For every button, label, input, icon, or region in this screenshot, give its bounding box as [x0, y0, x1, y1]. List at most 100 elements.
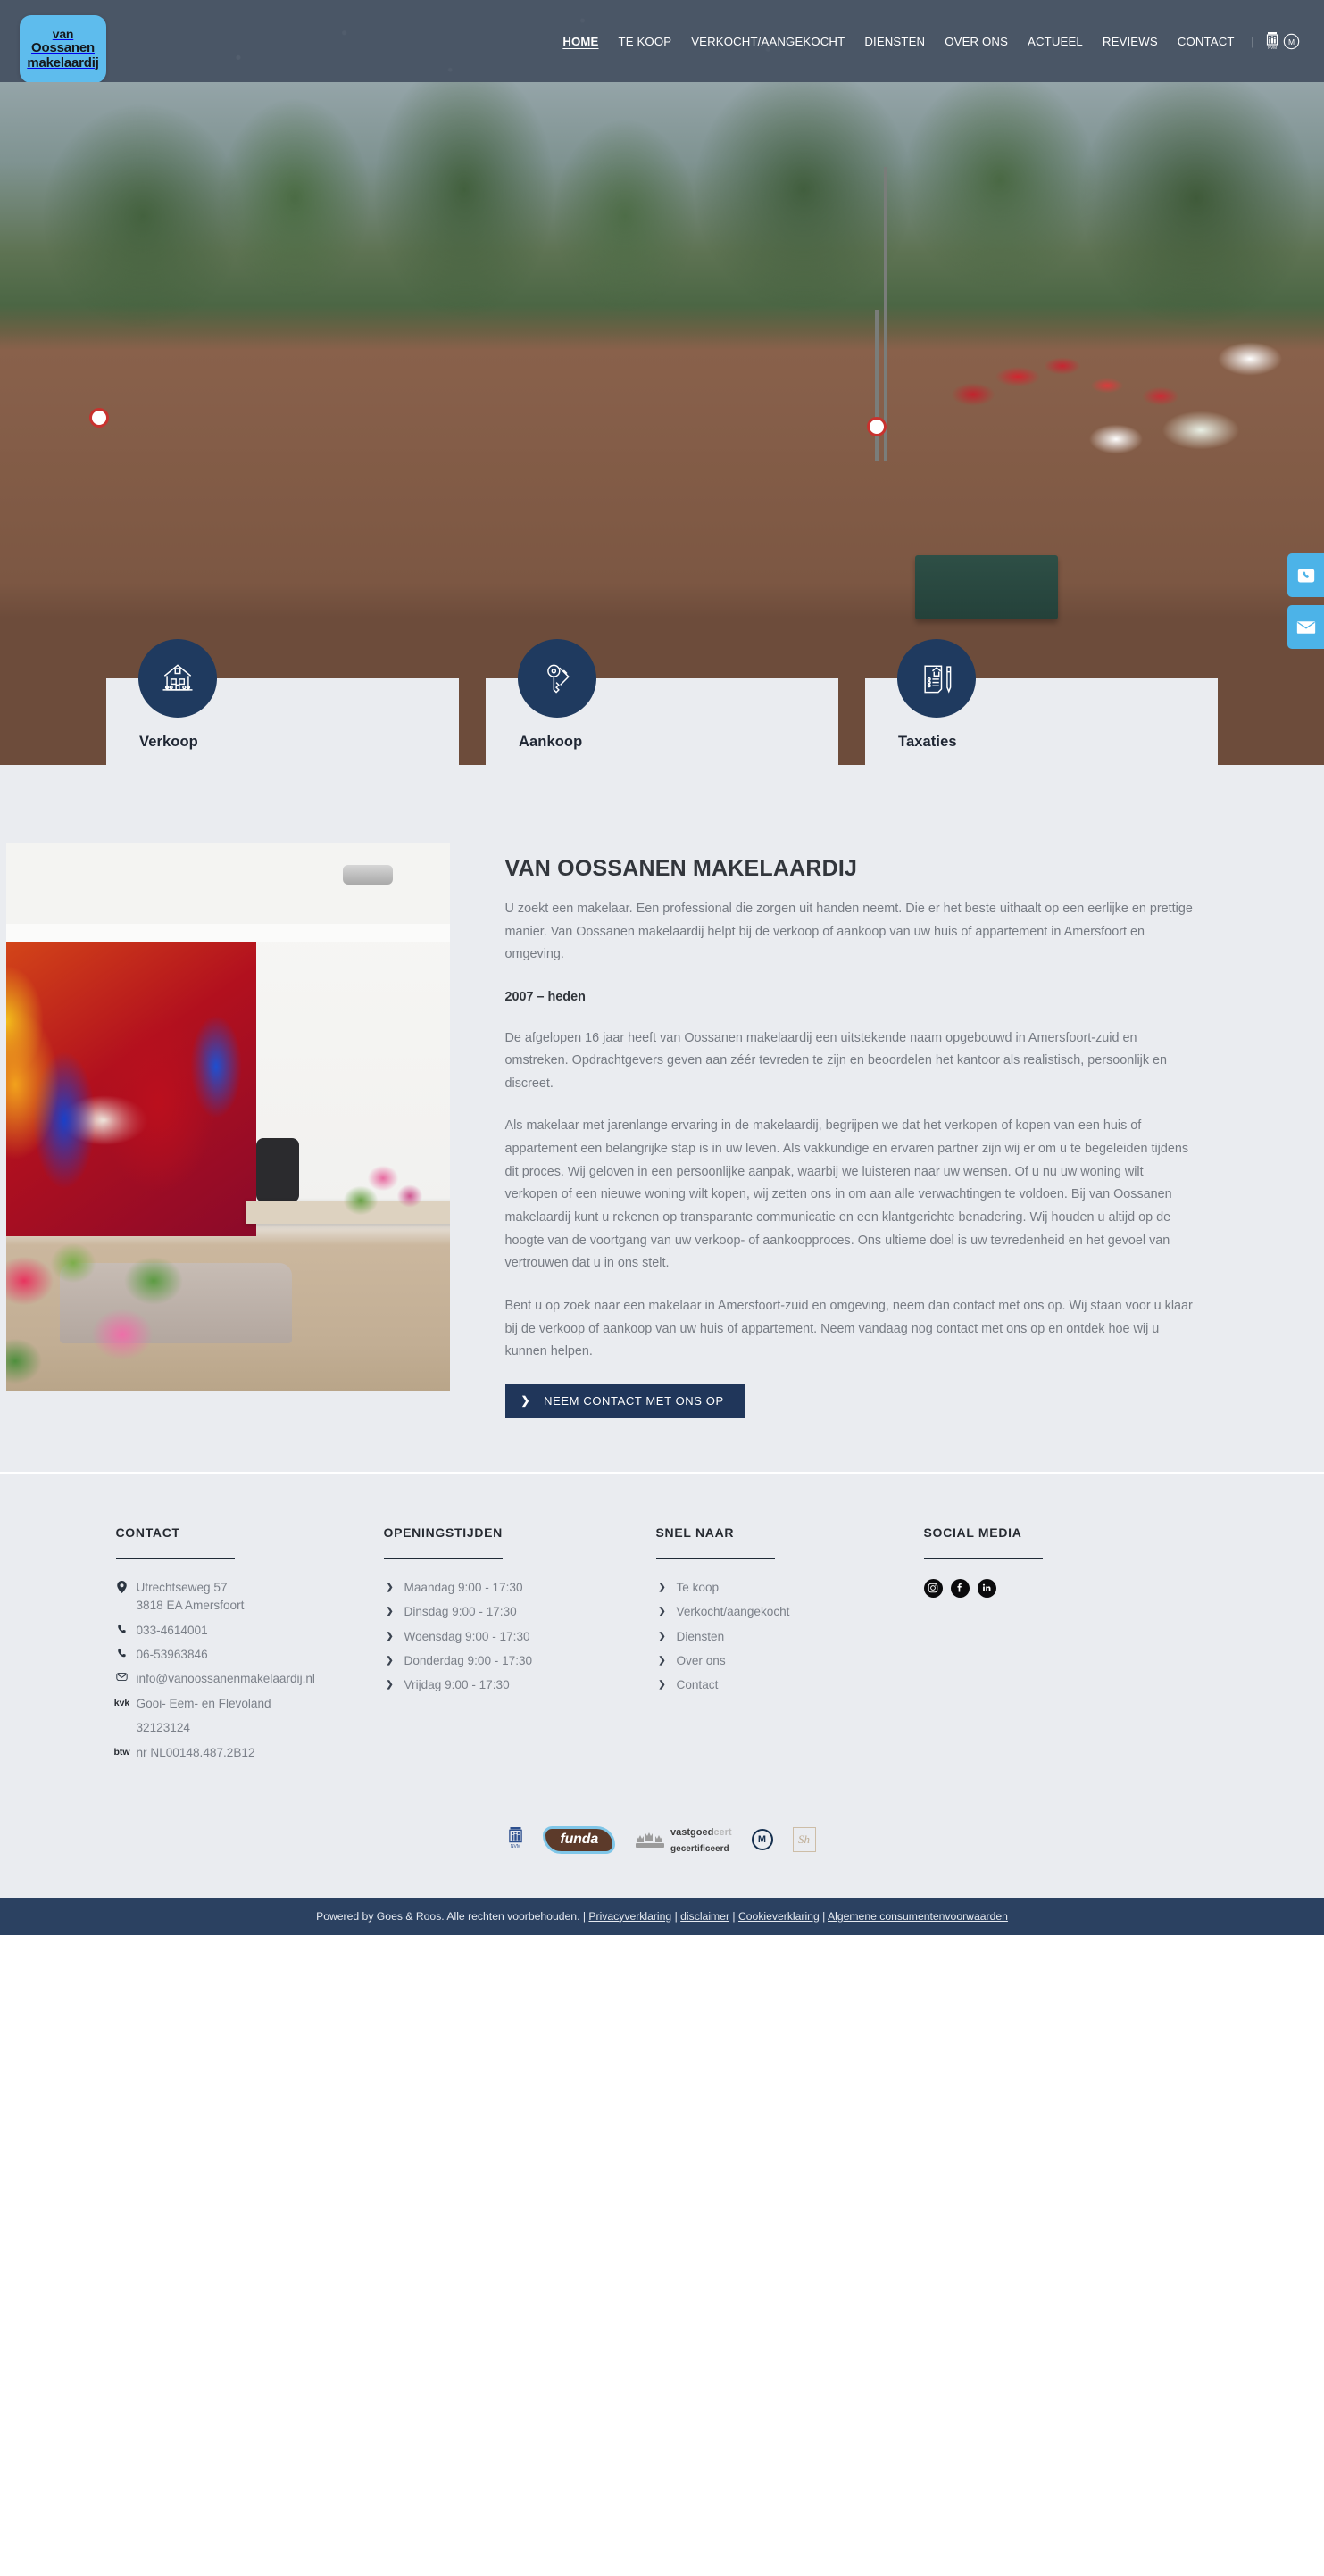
chevron-right-icon: ❯ — [386, 1607, 394, 1617]
nav-item-over-ons[interactable]: OVER ONS — [935, 35, 1018, 48]
list-item: ❯ Maandag 9:00 - 17:30 — [384, 1579, 629, 1597]
footer-address: Utrechtseweg 57 3818 EA Amersfoort — [116, 1579, 357, 1616]
service-card-taxaties[interactable]: Taxaties Onze taxateur kan deskundig en … — [865, 639, 1218, 765]
main-navigation: HOME TE KOOP VERKOCHT/AANGEKOCHT DIENSTE… — [0, 32, 1324, 50]
svg-text:NVM: NVM — [1268, 46, 1277, 50]
nav-item-home[interactable]: HOME — [553, 35, 608, 48]
instagram-icon[interactable] — [923, 1578, 943, 1598]
funda-logo[interactable]: funda — [543, 1825, 616, 1854]
service-card-aankoop[interactable]: Aankoop Samen zoeken we een huis dat bij… — [486, 639, 838, 765]
phone-icon — [116, 1622, 129, 1634]
list-item: ❯ Donderdag 9:00 - 17:30 — [384, 1652, 629, 1670]
logo-line-3: makelaardij — [27, 54, 99, 71]
footer-phone-1[interactable]: 033-4614001 — [116, 1622, 357, 1640]
vase-flowers-decor — [333, 1151, 441, 1236]
facebook-icon[interactable] — [950, 1578, 970, 1598]
mvt-badge-icon[interactable]: M — [1283, 33, 1300, 50]
sep: | — [819, 1909, 829, 1923]
wall-art-decor — [5, 942, 256, 1236]
divider — [115, 1557, 235, 1559]
list-item[interactable]: ❯ Te koop — [656, 1579, 897, 1597]
stichting-logo[interactable]: Sh — [792, 1827, 816, 1853]
email-value[interactable]: info@vanoossanenmakelaardij.nl — [137, 1670, 315, 1688]
nav-item-verkocht-aangekocht[interactable]: VERKOCHT/AANGEKOCHT — [681, 35, 854, 48]
sep: | — [729, 1909, 738, 1923]
hero-banner: Verkoop Wij zetten onze expertise in op … — [0, 82, 1324, 765]
footer-email[interactable]: info@vanoossanenmakelaardij.nl — [116, 1670, 357, 1688]
mail-icon[interactable] — [1287, 605, 1324, 649]
list-item[interactable]: ❯ Diensten — [656, 1628, 897, 1646]
pole-decor — [875, 310, 879, 461]
list-item[interactable]: ❯ Over ons — [656, 1652, 897, 1670]
list-item[interactable]: ❯ Verkocht/aangekocht — [656, 1603, 897, 1621]
list-item: ❯ Dinsdag 9:00 - 17:30 — [384, 1603, 629, 1621]
chevron-right-icon: ❯ — [386, 1582, 394, 1592]
crowns-icon — [635, 1829, 665, 1850]
footer-contact-title: CONTACT — [115, 1525, 180, 1540]
kvk-name: Gooi- Eem- en Flevoland — [136, 1696, 271, 1710]
nvm-logo[interactable]: NVM — [508, 1826, 523, 1853]
phone-icon[interactable] — [1287, 553, 1324, 597]
hours-value: Maandag 9:00 - 17:30 — [404, 1580, 523, 1594]
foreground-flowers-decor — [5, 1227, 194, 1391]
divider — [383, 1557, 503, 1559]
phone-2-value[interactable]: 06-53963846 — [137, 1646, 208, 1664]
card-title: Taxaties — [898, 734, 957, 750]
link-privacyverklaring[interactable]: Privacyverklaring — [588, 1910, 671, 1923]
vastgoedcert-logo[interactable]: vastgoedcert gecertificeerd — [635, 1824, 732, 1857]
divider — [655, 1557, 775, 1559]
about-section: VAN OOSSANEN MAKELAARDIJ U zoekt een mak… — [0, 765, 1324, 1472]
traffic-sign-decor — [89, 408, 109, 428]
service-card-verkoop[interactable]: Verkoop Wij zetten onze expertise in op … — [106, 639, 459, 765]
contact-cta-button[interactable]: ❯ NEEM CONTACT MET ONS OP — [504, 1383, 745, 1418]
link-disclaimer[interactable]: disclaimer — [680, 1910, 729, 1923]
divider — [923, 1557, 1043, 1559]
key-tag-icon — [518, 639, 596, 718]
site-footer: CONTACT Utrechtseweg 57 3818 EA Amersfoo… — [0, 1471, 1324, 1801]
service-cards: Verkoop Wij zetten onze expertise in op … — [0, 639, 1324, 765]
quicklink-diensten[interactable]: Diensten — [677, 1628, 725, 1646]
quicklink-contact[interactable]: Contact — [677, 1676, 719, 1694]
bench-decor — [915, 555, 1058, 619]
about-paragraph-3: Als makelaar met jarenlange ervaring in … — [504, 1118, 1189, 1271]
nav-item-reviews[interactable]: REVIEWS — [1093, 35, 1168, 48]
list-item[interactable]: ❯ Contact — [656, 1676, 897, 1694]
nav-item-contact[interactable]: CONTACT — [1168, 35, 1245, 48]
traffic-sign-decor — [867, 417, 887, 436]
button-label: NEEM CONTACT MET ONS OP — [544, 1393, 724, 1408]
kvk-number: 32123124 — [136, 1721, 190, 1735]
phone-1-value[interactable]: 033-4614001 — [137, 1622, 208, 1640]
copyright-bar: Powered by Goes & Roos. Alle rechten voo… — [0, 1897, 1324, 1935]
footer-phone-2[interactable]: 06-53963846 — [116, 1646, 357, 1664]
site-header: van Oossanen makelaardij HOME TE KOOP VE… — [0, 0, 1324, 82]
house-icon — [138, 639, 217, 718]
mvt-logo[interactable]: M — [751, 1829, 773, 1851]
link-cookieverklaring[interactable]: Cookieverklaring — [738, 1910, 820, 1923]
nav-item-actueel[interactable]: ACTUEEL — [1018, 35, 1093, 48]
mail-icon — [116, 1670, 129, 1682]
chevron-right-icon: ❯ — [658, 1656, 666, 1666]
nvm-badge-icon[interactable]: NVM — [1266, 32, 1278, 50]
hours-value: Woensdag 9:00 - 17:30 — [404, 1629, 530, 1643]
quicklink-te-koop[interactable]: Te koop — [677, 1579, 720, 1597]
phone-icon — [116, 1646, 129, 1658]
office-photo — [5, 843, 450, 1391]
address-line-2: 3818 EA Amersfoort — [136, 1599, 245, 1613]
linkedin-icon[interactable] — [977, 1578, 996, 1598]
svg-text:NVM: NVM — [511, 1844, 520, 1849]
footer-kvk: kvk Gooi- Eem- en Flevoland — [114, 1695, 357, 1713]
list-item: ❯ Vrijdag 9:00 - 17:30 — [384, 1676, 629, 1694]
nav-item-diensten[interactable]: DIENSTEN — [854, 35, 935, 48]
nav-item-te-koop[interactable]: TE KOOP — [609, 35, 682, 48]
link-algemene-consumentenvoorwaarden[interactable]: Algemene consumentenvoorwaarden — [828, 1910, 1008, 1923]
quicklink-verkocht-aangekocht[interactable]: Verkocht/aangekocht — [677, 1603, 790, 1621]
about-subheading: 2007 – heden — [504, 989, 586, 1004]
footer-social-title: SOCIAL MEDIA — [923, 1525, 1022, 1540]
sep: | — [671, 1909, 681, 1923]
footer-quicklinks-title: SNEL NAAR — [655, 1525, 735, 1540]
about-paragraph-2: De afgelopen 16 jaar heeft van Oossanen … — [504, 1030, 1168, 1091]
btw-prefix: nr — [136, 1745, 147, 1759]
quicklink-over-ons[interactable]: Over ons — [677, 1652, 726, 1670]
chevron-right-icon: ❯ — [658, 1680, 666, 1691]
partner-logos: NVM funda vastgoedcert gecertificeerd M … — [0, 1800, 1324, 1898]
